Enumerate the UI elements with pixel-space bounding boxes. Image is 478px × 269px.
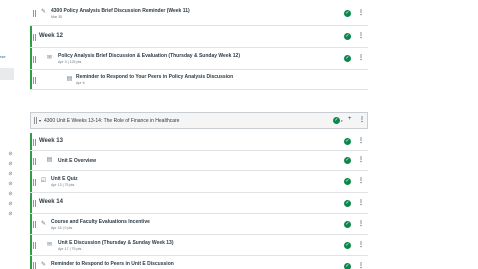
module-item[interactable]: ☑ Unit E Quiz Apr 13 | 75 pts ✓ ⋮ [30, 171, 368, 193]
drag-handle[interactable] [33, 242, 36, 249]
item-meta: Apr 17 | 75 pts [58, 247, 82, 251]
eye-off-icon[interactable]: ⊘ [7, 162, 14, 167]
drag-handle[interactable] [33, 34, 36, 41]
completion-bar [30, 214, 32, 234]
item-menu-icon[interactable]: ⋮ [358, 263, 364, 269]
published-check-icon[interactable]: ✓ [344, 263, 351, 269]
item-menu-icon[interactable]: ⋮ [358, 200, 364, 207]
collapse-caret-icon[interactable]: ▾ [39, 118, 41, 123]
eye-off-icon[interactable]: ⊘ [7, 212, 14, 217]
item-menu-icon[interactable]: ⋮ [358, 221, 364, 228]
completion-bar [30, 193, 32, 213]
quiz-icon: ☑ [40, 178, 47, 184]
page-icon: ▤ [66, 76, 73, 82]
subheader-title: Week 13 [39, 138, 63, 144]
module-item[interactable]: ✉ Unit E Discussion (Thursday & Sunday W… [30, 235, 368, 256]
module-item[interactable]: ✎ Reminder to Respond to Peers in Unit E… [30, 256, 368, 269]
module-item[interactable]: ▤ Reminder to Respond to Your Peers in P… [30, 70, 368, 90]
module-item[interactable]: ✉ Policy Analysis Brief Discussion & Eva… [30, 48, 368, 70]
drag-handle[interactable] [34, 117, 37, 124]
drag-handle[interactable] [33, 56, 36, 63]
item-menu-icon[interactable]: ⋮ [358, 33, 364, 40]
item-menu-icon[interactable]: ⋮ [358, 55, 364, 62]
module-subheader: Week 14 ✓ ⋮ [30, 193, 368, 214]
published-check-icon[interactable]: ✓ [333, 117, 340, 124]
discussion-icon: ✉ [46, 242, 53, 248]
eye-off-icon[interactable]: ⊘ [7, 192, 14, 197]
drag-handle[interactable] [33, 221, 36, 228]
item-menu-icon[interactable]: ⋮ [358, 242, 364, 249]
item-title[interactable]: Policy Analysis Brief Discussion & Evalu… [58, 53, 240, 59]
published-check-icon[interactable]: ✓ [344, 55, 351, 62]
item-meta: Mar 30 [51, 15, 63, 19]
eye-off-icon[interactable]: ⊘ [7, 152, 14, 157]
completion-bar [30, 256, 32, 269]
published-check-icon[interactable]: ✓ [344, 200, 351, 207]
module-subheader: Week 12 ✓ ⋮ [30, 26, 368, 48]
discussion-icon: ✉ [46, 55, 53, 61]
module-subheader: Week 13 ✓ ⋮ [30, 133, 368, 151]
assignment-icon: ✎ [40, 9, 47, 15]
item-title[interactable]: Reminder to Respond to Your Peers in Pol… [76, 74, 233, 80]
completion-bar [30, 151, 32, 170]
completion-bar [30, 235, 32, 255]
completion-bar [30, 26, 32, 47]
module-menu-icon[interactable]: ⋮ [359, 117, 365, 124]
published-check-icon[interactable]: ✓ [344, 242, 351, 249]
item-title[interactable]: Unit E Quiz [51, 176, 78, 182]
completion-bar [30, 133, 32, 150]
item-title[interactable]: Reminder to Respond to Peers in Unit E D… [51, 261, 174, 267]
item-meta: Apr 3 | 125 pts [58, 60, 82, 64]
drag-handle[interactable] [33, 77, 36, 84]
subheader-title: Week 12 [39, 33, 63, 39]
drag-handle[interactable] [33, 158, 36, 165]
completion-bar [30, 70, 32, 89]
item-title[interactable]: Course and Faculty Evaluations Incentive [51, 219, 150, 225]
item-meta: Apr 16 | 0 pts [51, 226, 73, 230]
item-menu-icon[interactable]: ⋮ [358, 138, 364, 145]
published-check-icon[interactable]: ✓ [344, 178, 351, 185]
nav-link-fragment[interactable]: rse [0, 54, 6, 59]
item-title[interactable]: Unit E Overview [58, 158, 96, 164]
add-item-icon[interactable]: + [348, 116, 352, 122]
drag-handle[interactable] [33, 139, 36, 146]
course-navigation: rse [0, 0, 14, 269]
item-title[interactable]: 4300 Policy Analysis Brief Discussion Re… [51, 8, 190, 14]
item-menu-icon[interactable]: ⋮ [358, 157, 364, 164]
assignment-icon: ✎ [40, 221, 47, 227]
eye-off-icon[interactable]: ⊘ [7, 182, 14, 187]
module-title[interactable]: 4300 Unit E Weeks 13-14: The Role of Fin… [44, 118, 179, 124]
completion-bar [30, 48, 32, 69]
published-check-icon[interactable]: ✓ [344, 33, 351, 40]
item-meta: Apr 13 | 75 pts [51, 183, 75, 187]
item-menu-icon[interactable]: ⋮ [358, 10, 364, 17]
published-check-icon[interactable]: ✓ [344, 10, 351, 17]
published-check-icon[interactable]: ✓ [344, 157, 351, 164]
nav-active-item[interactable] [0, 68, 14, 80]
drag-handle[interactable] [33, 10, 36, 17]
module-item[interactable]: ✎ 4300 Policy Analysis Brief Discussion … [30, 0, 368, 26]
eye-off-icon[interactable]: ⊘ [7, 172, 14, 177]
module-header[interactable]: ▾ 4300 Unit E Weeks 13-14: The Role of F… [30, 112, 368, 129]
module-item[interactable]: ▤ Unit E Overview ✓ ⋮ [30, 151, 368, 171]
published-check-icon[interactable]: ✓ [344, 221, 351, 228]
eye-off-icon[interactable]: ⊘ [7, 202, 14, 207]
completion-bar [30, 171, 32, 192]
drag-handle[interactable] [33, 200, 36, 207]
page-icon: ▤ [46, 157, 53, 163]
item-meta: Apr 6 [76, 81, 85, 85]
subheader-title: Week 14 [39, 199, 63, 205]
drag-handle[interactable] [33, 262, 36, 269]
published-check-icon[interactable]: ✓ [344, 138, 351, 145]
module-item[interactable]: ✎ Course and Faculty Evaluations Incenti… [30, 214, 368, 235]
assignment-icon: ✎ [40, 262, 47, 268]
item-title[interactable]: Unit E Discussion (Thursday & Sunday Wee… [58, 240, 174, 246]
publish-menu-caret-icon[interactable]: ▾ [341, 119, 343, 123]
item-menu-icon[interactable]: ⋮ [358, 178, 364, 185]
drag-handle[interactable] [33, 179, 36, 186]
